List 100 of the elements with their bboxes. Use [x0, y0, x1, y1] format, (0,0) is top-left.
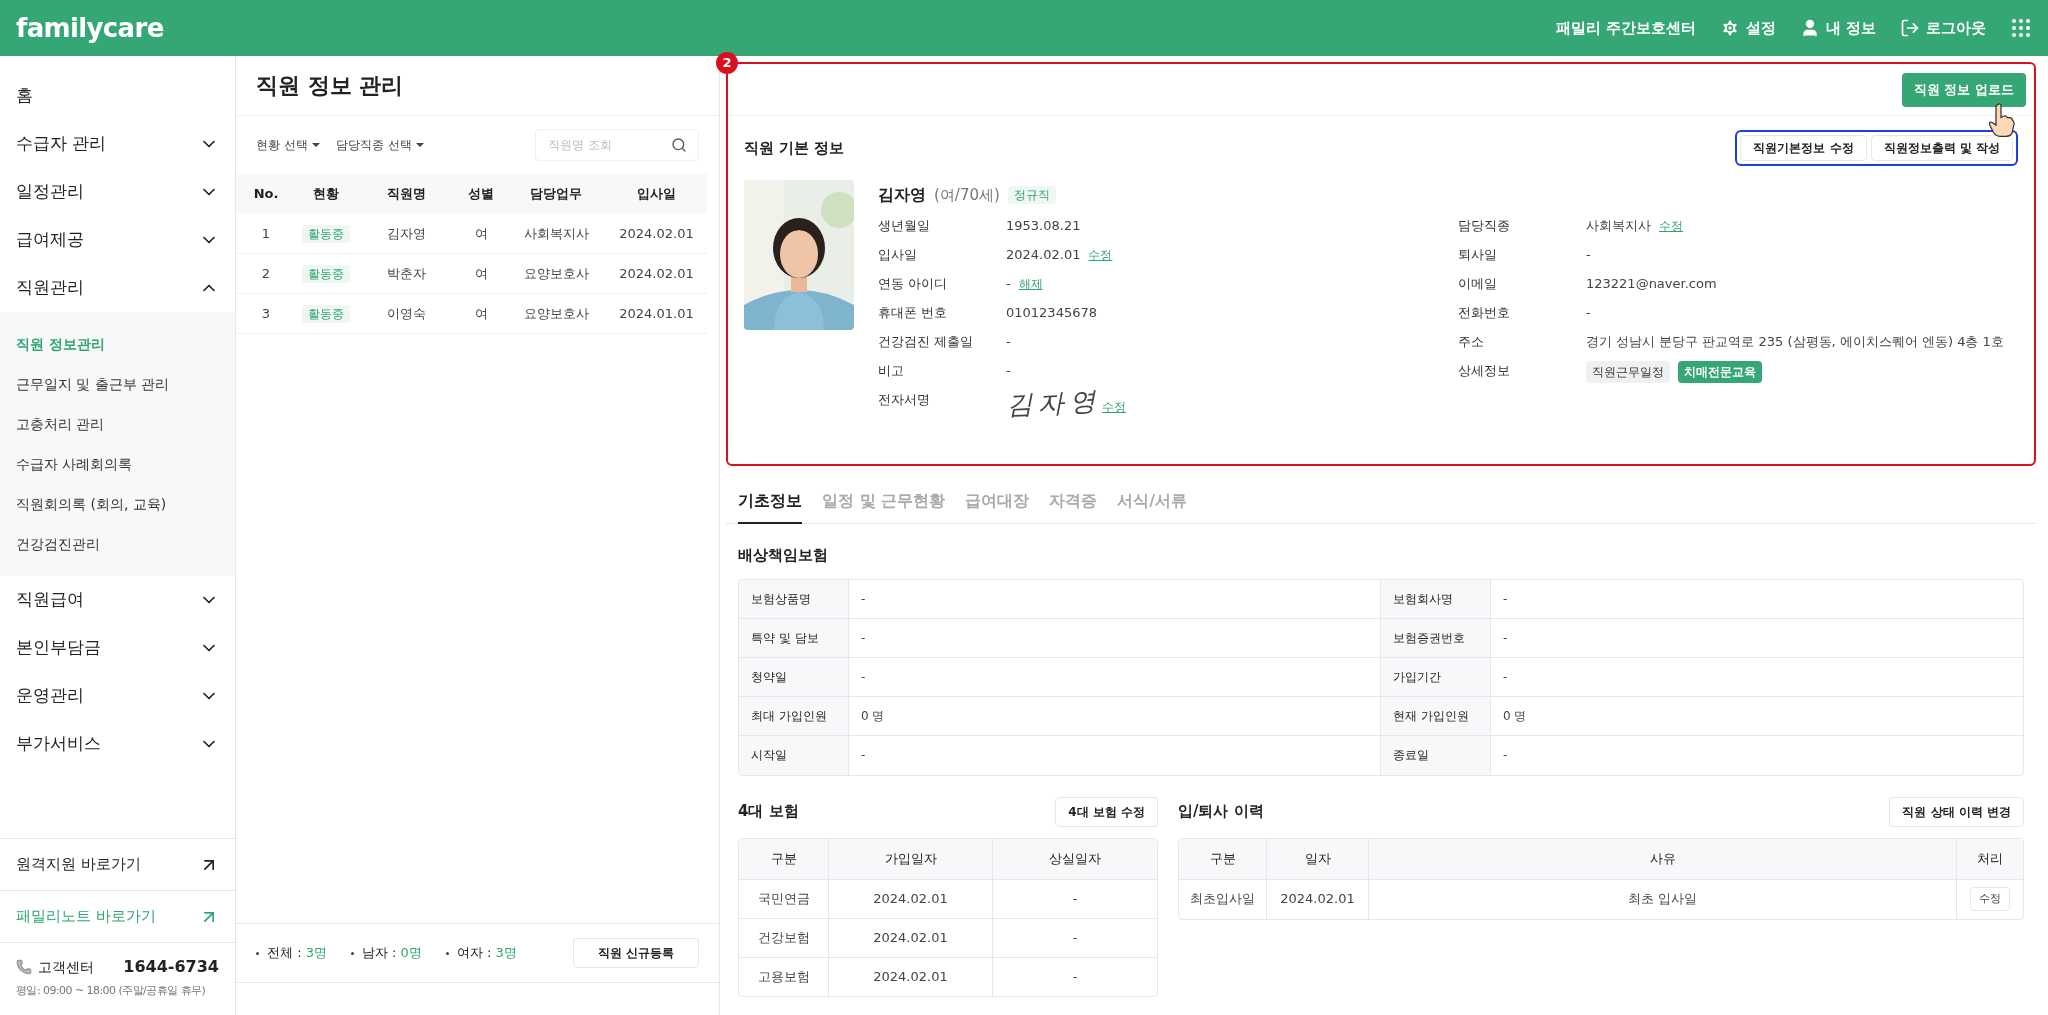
table-cell-text: 김자영 — [385, 224, 427, 243]
field-value: 1953.08.21 — [1006, 217, 1081, 235]
sidebar-item[interactable]: 운영관리 — [0, 672, 235, 720]
sidebar-item[interactable]: 홈 — [0, 72, 235, 120]
field-label: 담당직종 — [1458, 217, 1511, 235]
sidebar-item[interactable]: 부가서비스 — [0, 720, 235, 768]
tab[interactable]: 기초정보 — [738, 480, 802, 524]
sidebar-item[interactable]: 급여제공 — [0, 216, 235, 264]
column-header: No. — [252, 185, 280, 204]
table-cell: 2024.02.01 — [829, 918, 993, 957]
edit-button[interactable]: 수정 — [1970, 887, 2010, 911]
status-badge: 활동중 — [302, 304, 350, 323]
table-cell: 2024.02.01 — [829, 879, 993, 918]
sidebar-item[interactable]: 직원관리 — [0, 264, 235, 312]
tag: 치매전문교육 — [1678, 361, 1762, 383]
shortcut-link[interactable]: 원격지원 바로가기 — [0, 838, 235, 890]
logout-icon — [1900, 18, 1920, 38]
field-label: 연동 아이디 — [878, 275, 949, 293]
table-cell-text: 2024.02.01 — [618, 264, 695, 283]
caret-icon — [311, 143, 320, 147]
submenu-item[interactable]: 고충처리 관리 — [0, 404, 235, 444]
table-cell-text: - — [1071, 889, 1079, 908]
hand-pointer-icon — [1986, 102, 2016, 138]
staff-row[interactable]: 3 활동중 이영숙 여 요양보호사 2024.01.01 — [236, 294, 707, 334]
sidebar-item[interactable]: 수급자 관리 — [0, 120, 235, 168]
action-button[interactable]: 직원기본정보 수정 — [1740, 135, 1867, 161]
column-header: 현황 — [312, 185, 340, 204]
table-cell-text: 사회복지사 — [522, 224, 590, 243]
action-button[interactable]: 직원정보출력 및 작성 — [1870, 135, 2013, 161]
table-cell-text: 3 — [260, 304, 272, 323]
page-title: 직원 정보 관리 — [256, 72, 404, 100]
field-label: 현재 가입인원 — [1381, 696, 1491, 735]
section-title: 배상책임보험 — [738, 545, 829, 566]
submenu-item[interactable]: 근무일지 및 출근부 관리 — [0, 364, 235, 404]
filter-dropdown[interactable]: 담당직종 선택 — [335, 136, 424, 154]
column-header: 구분 — [739, 838, 829, 879]
column-header: 구분 — [1179, 838, 1267, 879]
table-cell: 최초입사일 — [1179, 879, 1267, 919]
section-title: 입/퇴사 이력 — [1178, 801, 1264, 823]
sidebar-item[interactable]: 일정관리 — [0, 168, 235, 216]
bullet-icon — [445, 951, 449, 955]
field-value: - — [1586, 304, 1591, 322]
column-header: 입사일 — [636, 185, 677, 204]
staff-row[interactable]: 1 활동중 김자영 여 사회복지사 2024.02.01 — [236, 214, 707, 254]
table-cell-text: 이영숙 — [385, 304, 427, 323]
field-value: - — [1502, 590, 1509, 608]
employment-badge: 정규직 — [1007, 186, 1056, 204]
filter-dropdown[interactable]: 현황 선택 — [256, 136, 320, 154]
signature: 김자영 — [1005, 387, 1103, 419]
table-cell-text: 요양보호사 — [522, 304, 590, 323]
field-label: 건강검진 제출일 — [878, 333, 975, 351]
bullet-icon — [256, 951, 259, 955]
table-cell: 고용보험 — [739, 957, 829, 996]
column-header: 일자 — [1267, 838, 1369, 879]
field-value: - — [1006, 333, 1011, 351]
section-title: 직원 기본 정보 — [744, 137, 845, 159]
tag: 직원근무일정 — [1586, 361, 1670, 383]
center-name: 패밀리 주간보호센터 — [1555, 17, 1696, 39]
column-header: 처리 — [1976, 849, 2004, 868]
table-cell-text: 1 — [260, 224, 272, 243]
sidebar-item[interactable]: 직원급여 — [0, 576, 235, 624]
field-value: - — [1586, 246, 1591, 264]
field-label: 최대 가입인원 — [739, 696, 849, 735]
section-title: 4대 보험 — [738, 801, 799, 823]
edit-insurance-button[interactable]: 4대 보험 수정 — [1055, 796, 1158, 827]
column-header: 가입일자 — [829, 838, 993, 879]
field-label: 퇴사일 — [1458, 246, 1498, 264]
field-label: 보험증권번호 — [1381, 618, 1491, 657]
field-value: 01012345678 — [1006, 304, 1097, 322]
submenu-item[interactable]: 직원회의록 (회의, 교육) — [0, 484, 235, 524]
field-label: 보험회사명 — [1381, 579, 1491, 618]
field-value: - — [1006, 275, 1011, 293]
field-value: - — [1006, 362, 1011, 380]
sidebar-item[interactable]: 본인부담금 — [0, 624, 235, 672]
field-label: 이메일 — [1458, 275, 1498, 293]
status-badge: 활동중 — [302, 224, 350, 243]
field-label: 특약 및 담보 — [739, 618, 849, 657]
field-value: - — [1502, 668, 1509, 686]
table-cell: 2024.02.01 — [1267, 879, 1369, 919]
field-label: 휴대폰 번호 — [878, 304, 949, 322]
table-cell: 최초 입사일 — [1369, 879, 1957, 919]
field-value: - — [1502, 747, 1509, 764]
column-header: 직원명 — [385, 185, 427, 204]
staff-row[interactable]: 2 활동중 박춘자 여 요양보호사 2024.02.01 — [236, 254, 707, 294]
step-badge: 2 — [716, 52, 738, 74]
search-field[interactable]: 직원명 조회 — [535, 129, 699, 161]
table-cell-text: - — [1071, 967, 1079, 986]
apps-grid-icon[interactable] — [2010, 17, 2032, 39]
table-cell: 건강보험 — [739, 918, 829, 957]
register-button[interactable]: 직원 신규등록 — [572, 938, 699, 968]
field-label: 비고 — [878, 362, 905, 380]
column-header: 담당업무 — [529, 185, 583, 204]
submenu-item[interactable]: 건강검진관리 — [0, 524, 235, 564]
change-history-button[interactable]: 직원 상태 이력 변경 — [1889, 796, 2024, 827]
table-cell-text: 요양보호사 — [522, 264, 590, 283]
field-label: 전화번호 — [1458, 304, 1511, 322]
bullet-icon — [350, 951, 354, 955]
field-value: 123221@naver.com — [1586, 275, 1717, 293]
support-phone: 1644-6734 — [123, 956, 219, 978]
submenu-item[interactable]: 수급자 사례회의록 — [0, 444, 235, 484]
